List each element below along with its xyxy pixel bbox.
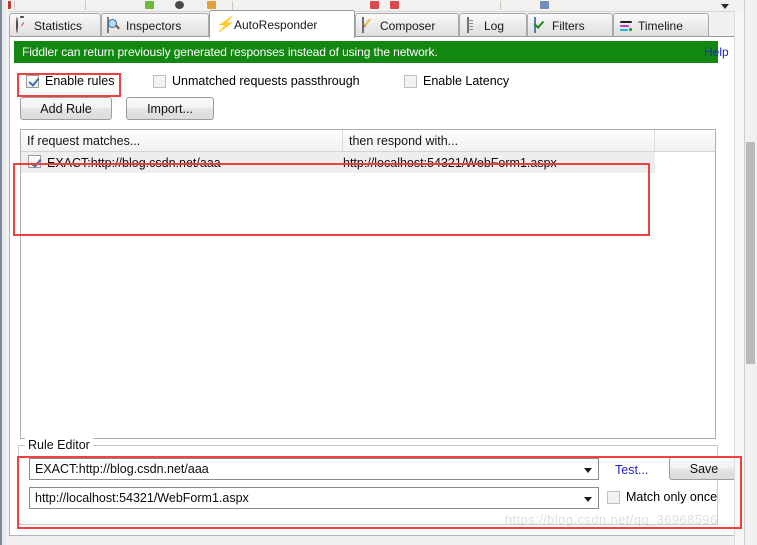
- table-row[interactable]: EXACT:http://blog.csdn.net/aaa http://lo…: [21, 152, 655, 173]
- magnifier-icon: [107, 18, 122, 33]
- help-link[interactable]: Help: [704, 45, 729, 59]
- add-rule-button[interactable]: Add Rule: [20, 97, 112, 120]
- tab-log[interactable]: Log: [459, 13, 527, 37]
- enable-rules-label: Enable rules: [45, 74, 115, 88]
- window-scrollbar-thumb[interactable]: [746, 142, 755, 364]
- import-button[interactable]: Import...: [126, 97, 214, 120]
- stream-icon[interactable]: [175, 1, 184, 9]
- decode-icon[interactable]: [207, 1, 216, 9]
- column-header-match[interactable]: If request matches...: [21, 130, 343, 151]
- toolbar-separator: [14, 1, 15, 10]
- save-label: Save: [690, 462, 719, 476]
- match-only-once-checkbox[interactable]: Match only once: [607, 490, 717, 504]
- autoresponder-panel: Fiddler can return previously generated …: [9, 36, 735, 536]
- tab-inspectors[interactable]: Inspectors: [101, 13, 209, 37]
- enable-latency-label: Enable Latency: [423, 74, 509, 88]
- tab-statistics[interactable]: Statistics: [9, 13, 101, 37]
- rule-editor-legend: Rule Editor: [25, 438, 93, 452]
- save-button[interactable]: Save: [669, 457, 739, 480]
- unmatched-passthrough-checkbox[interactable]: Unmatched requests passthrough: [153, 74, 360, 88]
- info-banner: Fiddler can return previously generated …: [14, 41, 718, 63]
- column-header-extra[interactable]: [655, 130, 715, 151]
- tab-label: Statistics: [34, 20, 82, 32]
- checkbox-icon: [533, 18, 548, 33]
- document-icon: [465, 18, 480, 33]
- window-scrollbar[interactable]: [744, 0, 757, 545]
- checkbox-icon: [153, 75, 166, 88]
- toolbar-separator: [85, 1, 86, 10]
- respond-combobox-value: http://localhost:54321/WebForm1.aspx: [35, 491, 249, 505]
- toolbar-separator: [500, 1, 501, 10]
- options-row: Enable rules Unmatched requests passthro…: [14, 71, 714, 95]
- chevron-down-icon[interactable]: [584, 468, 592, 473]
- column-header-respond[interactable]: then respond with...: [343, 130, 655, 151]
- match-combobox-value: EXACT:http://blog.csdn.net/aaa: [35, 462, 209, 476]
- tab-composer[interactable]: Composer: [355, 13, 459, 37]
- browse-icon[interactable]: [540, 1, 549, 9]
- lightning-bolt-icon: ⚡: [215, 17, 230, 32]
- rules-listview-header: If request matches... then respond with.…: [21, 130, 715, 152]
- stopwatch-icon: [15, 18, 30, 33]
- tab-autoresponder[interactable]: ⚡ AutoResponder: [209, 10, 355, 38]
- fiddler-window: Statistics Inspectors ⚡ AutoResponder Co…: [0, 0, 757, 545]
- pencil-pad-icon: [361, 18, 376, 33]
- tab-label: Filters: [552, 20, 585, 32]
- watermark-text: https://blog.csdn.net/qq_36968596: [505, 512, 718, 527]
- column-header-label: then respond with...: [349, 134, 458, 148]
- clear-cache-icon[interactable]: [370, 1, 379, 9]
- main-tabstrip: Statistics Inspectors ⚡ AutoResponder Co…: [9, 10, 735, 37]
- import-label: Import...: [147, 102, 193, 116]
- info-banner-text: Fiddler can return previously generated …: [22, 45, 438, 59]
- toolbar-separator: [232, 1, 233, 10]
- tab-timeline[interactable]: Timeline: [613, 13, 709, 37]
- checkbox-icon: [26, 75, 39, 88]
- rules-listview[interactable]: If request matches... then respond with.…: [20, 129, 716, 439]
- tab-label: Composer: [380, 20, 435, 32]
- tab-label: Inspectors: [126, 20, 181, 32]
- tab-filters[interactable]: Filters: [527, 13, 613, 37]
- tab-label: Timeline: [638, 20, 683, 32]
- test-link[interactable]: Test...: [615, 463, 648, 477]
- checkbox-icon: [404, 75, 417, 88]
- panel-scrollbar[interactable]: [734, 11, 744, 545]
- enable-latency-checkbox[interactable]: Enable Latency: [404, 74, 509, 88]
- add-rule-label: Add Rule: [40, 102, 91, 116]
- unmatched-passthrough-label: Unmatched requests passthrough: [172, 74, 360, 88]
- window-left-border: [0, 0, 8, 545]
- checkbox-icon: [607, 491, 620, 504]
- column-header-label: If request matches...: [27, 134, 140, 148]
- row-respond-text: http://localhost:54321/WebForm1.aspx: [343, 156, 557, 170]
- tab-label: AutoResponder: [234, 19, 317, 31]
- row-enable-checkbox[interactable]: [28, 155, 41, 168]
- chevron-down-icon[interactable]: [584, 497, 592, 502]
- match-combobox[interactable]: EXACT:http://blog.csdn.net/aaa: [29, 458, 599, 480]
- match-only-once-label: Match only once: [626, 490, 717, 504]
- tab-label: Log: [484, 20, 504, 32]
- row-match-text: EXACT:http://blog.csdn.net/aaa: [47, 156, 221, 170]
- resume-icon[interactable]: [145, 1, 154, 9]
- enable-rules-checkbox[interactable]: Enable rules: [26, 74, 115, 88]
- timeline-icon: [619, 19, 634, 34]
- respond-combobox[interactable]: http://localhost:54321/WebForm1.aspx: [29, 487, 599, 509]
- encoder-icon[interactable]: [390, 1, 399, 9]
